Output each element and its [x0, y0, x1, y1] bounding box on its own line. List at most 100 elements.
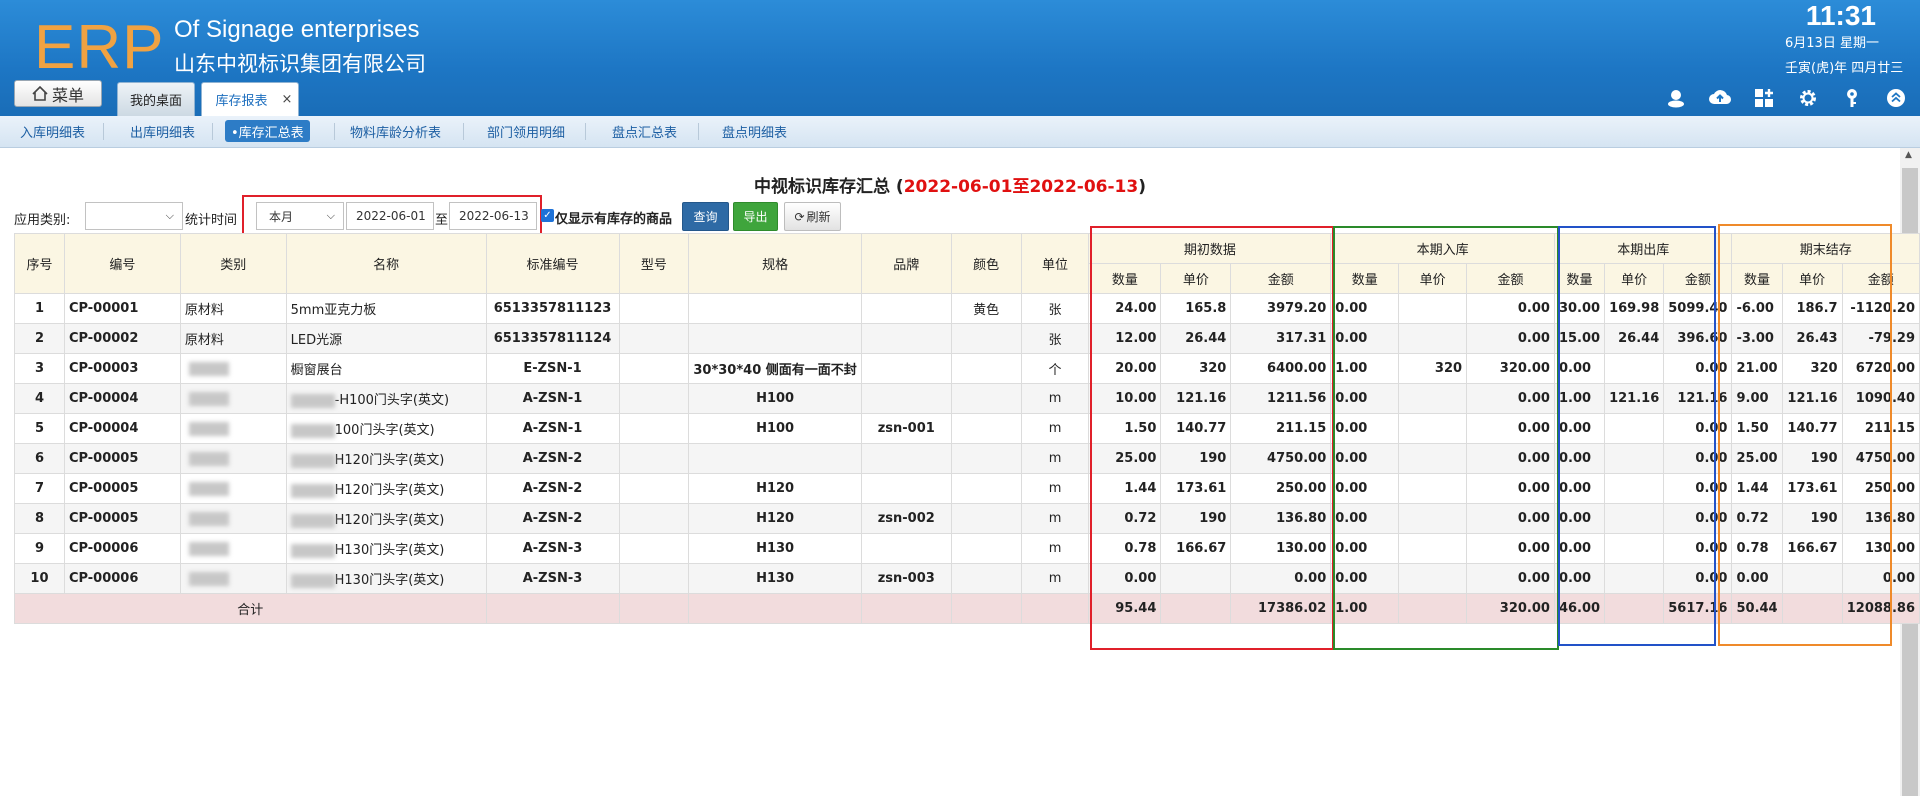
cell-code: CP-00002 — [63, 323, 181, 354]
cell-standard-no: A-ZSN-2 — [485, 503, 620, 534]
cell-no: 1 — [14, 293, 65, 324]
cell-spec: H120 — [688, 503, 862, 534]
tab-inventory-report[interactable]: 库存报表 × — [201, 82, 299, 116]
col-header-no[interactable]: 序号 — [14, 233, 65, 294]
menu-button[interactable]: 菜单 — [14, 80, 102, 107]
header-toolbar — [1664, 86, 1908, 110]
cell-name: 5mm亚克力板 — [285, 293, 487, 324]
cell-code: CP-00001 — [63, 293, 181, 324]
cell-brand — [860, 473, 952, 504]
subnav-divider — [463, 123, 464, 140]
cell-no: 7 — [14, 473, 65, 504]
cell-no: 8 — [14, 503, 65, 534]
cell-no: 6 — [14, 443, 65, 474]
date-lunar: 壬寅(虎)年 四月廿三 — [1785, 61, 1904, 76]
redacted-value — [290, 543, 335, 558]
redacted-value — [188, 571, 229, 586]
cell-name: H120门头字(英文) — [285, 503, 487, 534]
cell-brand — [860, 353, 952, 384]
cell-standard-no: A-ZSN-2 — [485, 473, 620, 504]
cell-spec — [688, 323, 862, 354]
col-header-unit[interactable]: 单位 — [1020, 233, 1090, 294]
cell-brand: zsn-003 — [860, 563, 952, 594]
gear-icon[interactable] — [1796, 86, 1820, 110]
refresh-label: 刷新 — [806, 210, 831, 224]
export-button[interactable]: 导出 — [733, 202, 778, 231]
cell-name: H120门头字(英文) — [285, 473, 487, 504]
cell-unit: m — [1020, 473, 1090, 504]
col-header-spec[interactable]: 规格 — [688, 233, 862, 294]
subnav-stocktake-detail[interactable]: 盘点明细表 — [716, 120, 793, 142]
redacted-value — [290, 483, 335, 498]
total-empty-cell — [688, 593, 862, 624]
subnav-divider — [103, 123, 104, 140]
cell-model — [618, 533, 690, 564]
cell-color — [950, 533, 1022, 564]
cell-unit: m — [1020, 563, 1090, 594]
col-header-model[interactable]: 型号 — [618, 233, 690, 294]
tab-label: 库存报表 — [215, 94, 268, 109]
cell-category — [179, 383, 287, 414]
cell-category: 原材料 — [179, 323, 287, 354]
col-header-code[interactable]: 编号 — [63, 233, 181, 294]
cell-name: 橱窗展台 — [285, 353, 487, 384]
subnav-material-age-analysis[interactable]: 物料库龄分析表 — [344, 120, 447, 142]
opening-data-highlight-box — [1090, 226, 1334, 650]
cell-model — [618, 353, 690, 384]
cell-model — [618, 293, 690, 324]
scroll-up-icon[interactable]: ▲ — [1905, 150, 1912, 160]
key-icon[interactable] — [1840, 86, 1864, 110]
home-icon — [32, 86, 48, 101]
collapse-up-icon[interactable] — [1884, 86, 1908, 110]
clock-time: 11:31 — [1805, 0, 1876, 31]
col-header-color[interactable]: 颜色 — [950, 233, 1022, 294]
cell-brand — [860, 383, 952, 414]
cell-unit: m — [1020, 503, 1090, 534]
cell-standard-no: 6513357811124 — [485, 323, 620, 354]
cloud-upload-icon[interactable] — [1708, 86, 1732, 110]
cell-code: CP-00006 — [63, 563, 181, 594]
subnav-stocktake-summary[interactable]: 盘点汇总表 — [606, 120, 683, 142]
cell-standard-no: A-ZSN-2 — [485, 443, 620, 474]
category-select[interactable]: ⌵ — [85, 202, 183, 230]
chevron-down-icon: ⌵ — [165, 209, 174, 222]
subnav-divider — [698, 123, 699, 140]
redacted-value — [188, 511, 229, 526]
cell-code: CP-00005 — [63, 473, 181, 504]
grid-plus-icon[interactable] — [1752, 86, 1776, 110]
col-header-brand[interactable]: 品牌 — [860, 233, 952, 294]
redacted-value — [290, 453, 335, 468]
cell-name-text: H130门头字(英文) — [334, 543, 445, 558]
tab-my-desktop[interactable]: 我的桌面 — [117, 82, 195, 116]
subnav-dept-usage-detail[interactable]: 部门领用明细 — [481, 120, 571, 142]
redacted-value — [188, 481, 229, 496]
total-empty-cell — [860, 593, 952, 624]
close-icon[interactable]: × — [282, 92, 293, 107]
col-header-name[interactable]: 名称 — [285, 233, 487, 294]
subnav-divider — [334, 123, 335, 140]
query-button[interactable]: 查询 — [682, 202, 729, 231]
cell-color — [950, 413, 1022, 444]
cell-name-text: 100门头字(英文) — [334, 423, 435, 438]
col-header-category[interactable]: 类别 — [179, 233, 287, 294]
cell-spec — [688, 293, 862, 324]
user-icon[interactable] — [1664, 86, 1688, 110]
report-title-close: ) — [1138, 177, 1146, 197]
cell-standard-no: A-ZSN-1 — [485, 383, 620, 414]
erp-logo: ERP — [34, 13, 165, 82]
subnav-inventory-summary[interactable]: •库存汇总表 — [225, 120, 310, 142]
col-header-standard-no[interactable]: 标准编号 — [485, 233, 620, 294]
cell-unit: 张 — [1020, 293, 1090, 324]
cell-brand — [860, 323, 952, 354]
cell-brand — [860, 533, 952, 564]
subnav-outbound-detail[interactable]: 出库明细表 — [124, 120, 201, 142]
cell-brand — [860, 293, 952, 324]
report-date-range: 2022-06-01至2022-06-13 — [903, 177, 1139, 197]
subnav-inbound-detail[interactable]: 入库明细表 — [14, 120, 91, 142]
cell-name: H130门头字(英文) — [285, 533, 487, 564]
refresh-button[interactable]: ⟳ 刷新 — [784, 202, 841, 231]
total-empty-cell — [485, 593, 620, 624]
cell-unit: m — [1020, 413, 1090, 444]
stock-only-checkbox[interactable]: ✓ — [541, 209, 554, 222]
cell-name-text: H120门头字(英文) — [334, 483, 445, 498]
